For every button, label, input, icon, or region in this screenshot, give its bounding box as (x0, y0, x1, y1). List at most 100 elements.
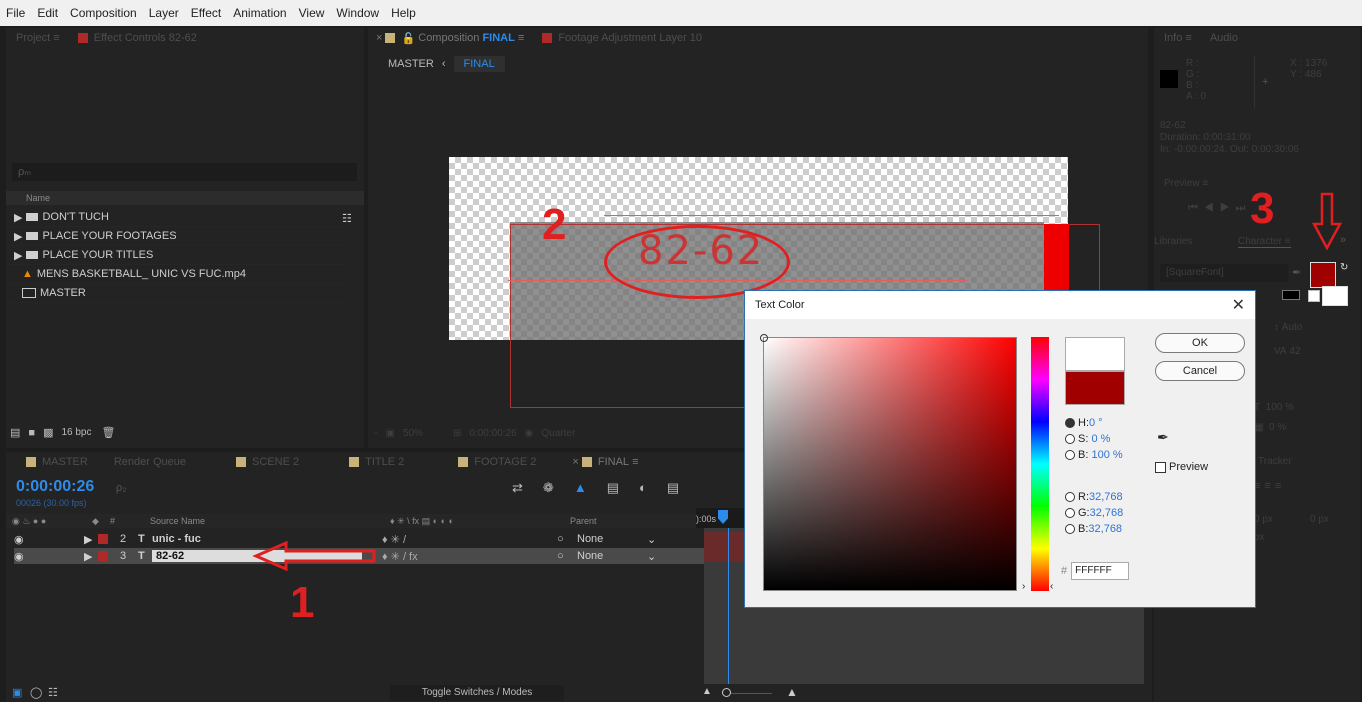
stroke-color-swatch[interactable] (1322, 286, 1348, 306)
tab-project[interactable]: Project ≡ (16, 32, 60, 44)
black-color-swatch[interactable] (1282, 290, 1300, 300)
tab-character[interactable]: Character ≡ (1238, 236, 1291, 248)
tab-final[interactable]: × FINAL ≡ (572, 456, 638, 468)
menu-view[interactable]: View (299, 6, 325, 20)
color-picker-cursor[interactable] (760, 334, 768, 342)
parent-column-header[interactable]: Parent (570, 516, 597, 526)
tab-scene-2[interactable]: SCENE 2 (236, 456, 299, 468)
tsume-field[interactable]: ▦ 0 % (1254, 418, 1294, 438)
expand-arrow-icon[interactable]: ▶ (14, 211, 22, 224)
tracking-field[interactable]: VA 42 (1274, 340, 1302, 364)
layer-bars[interactable] (704, 532, 744, 562)
preview-checkbox[interactable]: Preview (1155, 459, 1208, 475)
new-folder-icon[interactable]: ■ (28, 427, 35, 439)
vertical-scale-field[interactable]: T 100 % (1254, 398, 1294, 418)
red-radio[interactable] (1065, 492, 1075, 502)
timecode-display[interactable]: 0:00:00:26 (469, 428, 516, 439)
name-column-header[interactable]: Name (6, 191, 364, 205)
list-item[interactable]: ▶ DON'T TUCH (6, 208, 346, 227)
tab-effect-controls[interactable]: Effect Controls 82-62 (77, 32, 197, 44)
zoom-slider-handle[interactable] (722, 688, 731, 697)
breadcrumb-final[interactable]: FINAL (453, 56, 505, 72)
list-item[interactable]: ▶ PLACE YOUR TITLES (6, 246, 346, 265)
source-name-column-header[interactable]: Source Name (150, 516, 390, 526)
modes-toggle-icon[interactable]: ◯ (30, 686, 42, 699)
expand-arrow-icon[interactable]: ▶ (84, 550, 98, 563)
label-swatch[interactable] (98, 534, 108, 544)
font-family-select[interactable]: [SquareFont] (1160, 264, 1288, 282)
tab-footage[interactable]: Footage Adjustment Layer 10 (542, 32, 702, 44)
paragraph-align-icons[interactable]: ≡≡≡ (1254, 480, 1285, 492)
tab-preview[interactable]: Preview ≡ (1164, 178, 1208, 189)
pickwhip-icon[interactable]: ○ (557, 550, 577, 562)
blue-radio[interactable] (1065, 524, 1075, 534)
resolution-select[interactable]: Quarter (541, 428, 575, 439)
eyedropper-icon[interactable]: ✒ (1292, 266, 1301, 279)
bpc-button[interactable]: 16 bpc (61, 427, 91, 438)
menu-animation[interactable]: Animation (233, 6, 286, 20)
green-radio[interactable] (1065, 508, 1075, 518)
zoom-in-icon[interactable]: ▲ (786, 685, 798, 699)
shy-layers-icon[interactable]: ▲ (574, 480, 587, 496)
playhead-handle[interactable] (718, 510, 728, 524)
search-input[interactable]: ρₘ (12, 163, 357, 181)
menu-window[interactable]: Window (336, 6, 379, 20)
chevron-down-icon[interactable]: ⌄ (647, 550, 656, 563)
leading-field[interactable]: ↕ Auto (1274, 316, 1302, 340)
menu-layer[interactable]: Layer (149, 6, 179, 20)
eyedropper-icon[interactable]: ✒ (1157, 429, 1169, 446)
interpret-footage-icon[interactable]: ▤ (10, 426, 20, 439)
tab-master[interactable]: MASTER (26, 456, 88, 468)
expand-arrow-icon[interactable]: ▶ (84, 533, 98, 546)
breadcrumb-master[interactable]: MASTER (388, 58, 434, 70)
list-item[interactable]: MASTER (6, 284, 346, 303)
layer-switches-toggle-icon[interactable]: ▣ (12, 686, 22, 699)
menu-composition[interactable]: Composition (70, 6, 137, 20)
space-after-px[interactable]: 0 px (1310, 514, 1329, 525)
layer-switches[interactable]: ♦ ✳ / fx (382, 550, 557, 563)
preview-controls[interactable]: ⏮◀▶⏭ (1188, 202, 1251, 215)
lock-icon[interactable]: 🔓 (401, 32, 415, 45)
monitor-icon[interactable]: ▣ (386, 428, 395, 439)
close-icon[interactable]: ✕ (1232, 295, 1245, 315)
menu-effect[interactable]: Effect (191, 6, 221, 20)
trash-icon[interactable]: 🗑 (102, 426, 116, 439)
menu-file[interactable]: File (6, 6, 25, 20)
menu-help[interactable]: Help (391, 6, 416, 20)
hue-slider-arrow-left-icon[interactable]: › (1022, 581, 1025, 592)
saturation-radio[interactable] (1065, 434, 1075, 444)
swap-colors-icon[interactable]: ↻ (1340, 262, 1348, 273)
draft-3d-icon[interactable]: ❁ (543, 480, 554, 496)
parent-select[interactable]: None (577, 550, 647, 562)
hue-radio[interactable] (1065, 418, 1075, 428)
tab-audio[interactable]: Audio (1210, 32, 1238, 44)
visibility-eye-icon[interactable]: ◉ (14, 533, 44, 546)
brightness-value[interactable]: 100 % (1091, 443, 1122, 467)
hue-slider[interactable] (1031, 337, 1049, 591)
blue-value[interactable]: 32,768 (1088, 517, 1122, 541)
zoom-select[interactable]: 50% (403, 428, 423, 439)
tab-tracker[interactable]: Tracker (1258, 456, 1292, 467)
fill-color-swatch[interactable] (1310, 262, 1336, 288)
tab-info[interactable]: Info ≡ (1164, 32, 1192, 44)
hex-input[interactable]: FFFFFF (1071, 562, 1130, 580)
color-field[interactable] (760, 334, 1017, 591)
zoom-out-icon[interactable]: ▲ (702, 686, 712, 697)
old-color-preview[interactable] (1065, 371, 1125, 405)
cancel-button[interactable]: Cancel (1155, 361, 1245, 381)
snapshot-icon[interactable]: ◦ (374, 428, 378, 439)
expand-arrow-icon[interactable]: ▶ (14, 230, 22, 243)
tab-composition[interactable]: × 🔓 Composition FINAL ≡ (376, 32, 524, 45)
tab-render-queue[interactable]: Render Queue (114, 456, 186, 468)
new-composition-icon[interactable]: ▩ (43, 426, 53, 439)
tab-libraries[interactable]: Libraries (1154, 236, 1192, 247)
parent-select[interactable]: None (577, 533, 647, 545)
brightness-field[interactable]: B: 100 % (1065, 447, 1123, 463)
ok-button[interactable]: OK (1155, 333, 1245, 353)
tab-footage-2[interactable]: FOOTAGE 2 (458, 456, 536, 468)
timeline-timecode[interactable]: 0:00:00:26 (16, 478, 94, 496)
indent-px[interactable]: 0 px (1254, 514, 1273, 525)
comp-mini-flowchart-icon[interactable]: ⇄ (512, 480, 523, 496)
list-item[interactable]: ▲ MENS BASKETBALL_ UNIC VS FUC.mp4 (6, 265, 346, 284)
tab-title-2[interactable]: TITLE 2 (349, 456, 404, 468)
